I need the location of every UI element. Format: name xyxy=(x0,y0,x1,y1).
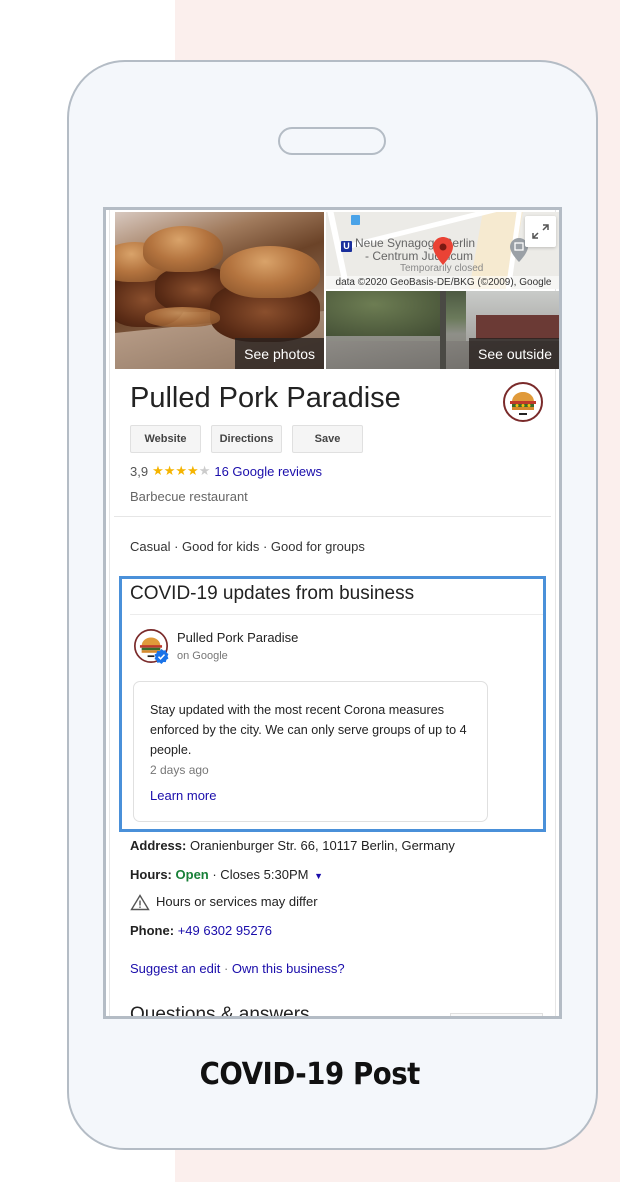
star-filled-icon: ★ xyxy=(187,463,199,478)
address-row: Address: Oranienburger Str. 66, 10117 Be… xyxy=(130,838,455,853)
subway-u-icon: U xyxy=(341,241,352,252)
star-empty-icon: ★ xyxy=(198,463,211,478)
post-text: Stay updated with the most recent Corona… xyxy=(150,703,467,757)
street-tree xyxy=(326,291,446,336)
business-category: Barbecue restaurant xyxy=(130,489,248,504)
hours-row: Hours: Open · Closes 5:30PM ▼ xyxy=(130,867,323,882)
star-filled-icon: ★ xyxy=(152,463,164,478)
phone-row: Phone: +49 6302 95276 xyxy=(130,923,272,938)
address-value[interactable]: Oranienburger Str. 66, 10117 Berlin, Ger… xyxy=(186,838,455,853)
see-photos-button[interactable]: See photos xyxy=(235,338,324,369)
caption-text: COVID-19 Post xyxy=(199,1057,421,1092)
knowledge-panel: See photos U Neue Synagoge Berlin - Cent… xyxy=(109,210,559,1019)
section-divider xyxy=(114,516,551,517)
post-author-name: Pulled Pork Paradise xyxy=(177,630,299,645)
business-name: Pulled Pork Paradise xyxy=(130,382,401,414)
rating-row: 3,9 ★★★★★ 16 Google reviews xyxy=(130,463,322,479)
suggest-edit-link[interactable]: Suggest an edit xyxy=(130,961,220,976)
covid-post-card[interactable]: Stay updated with the most recent Corona… xyxy=(133,681,488,822)
map-attribution: data ©2020 GeoBasis-DE/BKG (©2009), Goog… xyxy=(326,276,559,289)
edit-links-row: Suggest an edit · Own this business? xyxy=(130,961,345,976)
website-button[interactable]: Website xyxy=(130,425,201,453)
hours-warning-text: Hours or services may differ xyxy=(156,894,318,909)
phone-screen: See photos U Neue Synagoge Berlin - Cent… xyxy=(103,207,562,1019)
hours-warning-row: Hours or services may differ xyxy=(130,894,318,911)
hours-detail[interactable]: · Closes 5:30PM xyxy=(209,867,308,882)
qa-section-title: Questions & answers xyxy=(130,1004,310,1019)
street-pole xyxy=(440,291,446,369)
phone-speaker xyxy=(278,127,386,155)
own-business-link[interactable]: Own this business? xyxy=(232,961,345,976)
business-logo xyxy=(503,382,543,422)
street-awning xyxy=(476,315,559,339)
action-buttons: Website Directions Save xyxy=(130,425,363,453)
star-rating: ★★★★★ xyxy=(152,463,210,479)
hours-dropdown-caret-icon[interactable]: ▼ xyxy=(314,871,323,881)
map-thumbnail[interactable]: U Neue Synagoge Berlin - Centrum Judaicu… xyxy=(326,212,559,289)
transit-station-icon xyxy=(351,215,360,225)
post-author-source: on Google xyxy=(177,650,228,662)
covid-section-title: COVID-19 updates from business xyxy=(130,583,415,604)
covid-updates-section: COVID-19 updates from business Pulled Po… xyxy=(119,576,546,832)
photo-detail xyxy=(220,246,320,298)
phone-link[interactable]: +49 6302 95276 xyxy=(178,923,272,938)
hours-status: Open xyxy=(175,867,209,882)
business-attributes: Casual · Good for kids · Good for groups xyxy=(130,539,365,554)
reviews-link[interactable]: 16 Google reviews xyxy=(214,464,322,479)
food-photo[interactable]: See photos xyxy=(115,212,324,369)
photo-detail xyxy=(145,307,220,327)
warning-icon xyxy=(130,894,150,911)
rating-value: 3,9 xyxy=(130,463,149,479)
caption-title: COVID-19 Post xyxy=(0,1057,620,1092)
expand-icon xyxy=(532,224,549,239)
learn-more-link[interactable]: Learn more xyxy=(150,788,216,803)
map-place-name-2: - Centrum Judaicum xyxy=(365,249,474,263)
phone-label: Phone: xyxy=(130,923,175,938)
save-button[interactable]: Save xyxy=(292,425,363,453)
map-place-name: Neue Synagoge Berlin xyxy=(355,236,476,250)
verified-badge-icon xyxy=(154,649,169,664)
address-label: Address: xyxy=(130,838,187,853)
star-filled-icon: ★ xyxy=(175,463,188,478)
post-timestamp: 2 days ago xyxy=(150,763,209,777)
link-separator: · xyxy=(220,961,232,976)
directions-button[interactable]: Directions xyxy=(211,425,282,453)
section-divider xyxy=(130,614,543,615)
see-outside-button[interactable]: See outside xyxy=(469,338,559,369)
hours-label: Hours: xyxy=(130,867,172,882)
street-view-photo[interactable]: See outside xyxy=(326,291,559,369)
star-filled-icon: ★ xyxy=(163,463,176,478)
map-pin-icon xyxy=(433,237,453,265)
ask-question-button[interactable] xyxy=(450,1013,543,1016)
photo-detail xyxy=(143,226,223,272)
expand-map-button[interactable] xyxy=(525,216,556,247)
